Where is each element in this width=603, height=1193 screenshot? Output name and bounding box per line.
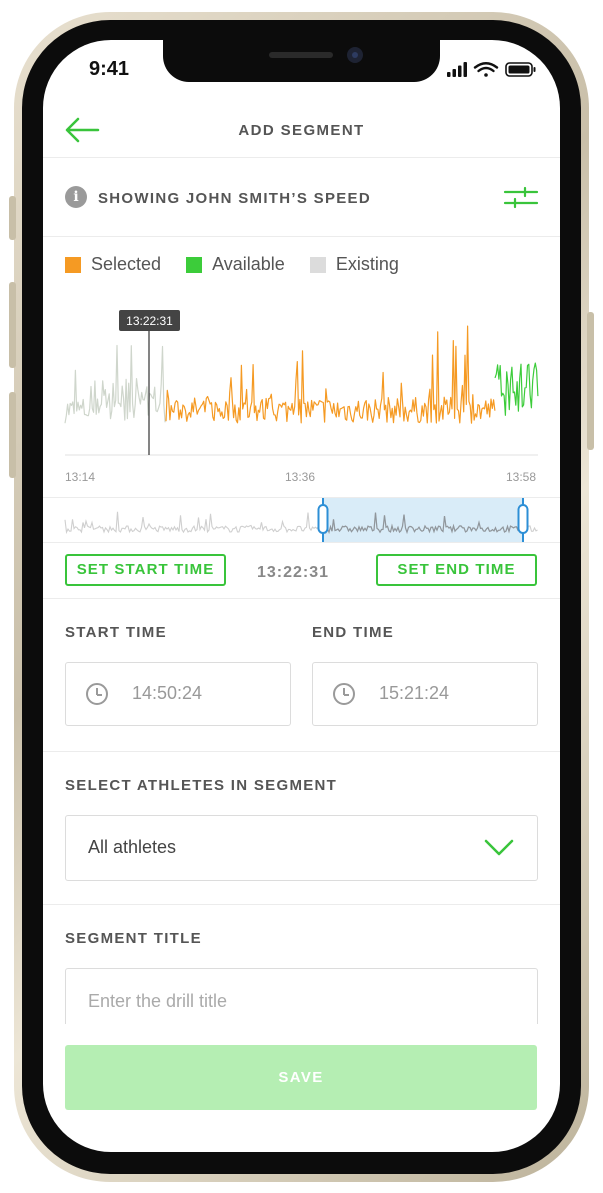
page-title: ADD SEGMENT bbox=[238, 122, 365, 139]
athletes-selected-value: All athletes bbox=[88, 837, 177, 857]
legend-label: Available bbox=[212, 254, 285, 274]
legend-item-existing: Existing bbox=[309, 254, 399, 275]
clock-icon bbox=[333, 683, 355, 705]
start-time-field[interactable]: 14:50:24 bbox=[65, 662, 291, 726]
signal-icon bbox=[447, 62, 467, 77]
scroll-mask bbox=[43, 1024, 560, 1040]
chevron-down-icon bbox=[484, 839, 514, 856]
info-text: SHOWING JOHN SMITH’S SPEED bbox=[98, 190, 371, 207]
volume-down-button bbox=[9, 392, 16, 478]
divider bbox=[43, 157, 560, 158]
legend-label: Existing bbox=[335, 254, 399, 274]
end-time-value: 15:21:24 bbox=[379, 683, 450, 703]
series-line-existing bbox=[64, 344, 166, 424]
segment-title-placeholder: Enter the drill title bbox=[88, 991, 228, 1011]
x-tick-label: 13:36 bbox=[285, 470, 316, 484]
legend-item-selected: Selected bbox=[65, 254, 161, 275]
divider bbox=[43, 236, 560, 237]
status-icons bbox=[447, 62, 536, 77]
athletes-select[interactable]: All athletes bbox=[65, 815, 538, 881]
legend-item-available: Available bbox=[186, 254, 285, 275]
screen: 9:41 ADD SEGMENT i SHOWING JOHN SMITH’S … bbox=[43, 40, 560, 1152]
set-start-time-button[interactable]: SET START TIME bbox=[65, 554, 226, 586]
camera bbox=[347, 47, 363, 63]
athletes-label: SELECT ATHLETES IN SEGMENT bbox=[65, 777, 338, 794]
info-icon: i bbox=[65, 186, 87, 208]
series-line-selected bbox=[165, 325, 496, 424]
status-time: 9:41 bbox=[89, 58, 130, 80]
notch bbox=[163, 40, 440, 82]
end-time-label: END TIME bbox=[312, 624, 395, 641]
divider bbox=[43, 598, 560, 599]
start-handle[interactable] bbox=[317, 504, 329, 534]
power-button bbox=[587, 312, 594, 450]
legend-label: Selected bbox=[91, 254, 162, 274]
segment-title-input[interactable]: Enter the drill title bbox=[65, 968, 538, 1032]
save-button[interactable]: SAVE bbox=[65, 1045, 537, 1110]
filter-settings-icon[interactable] bbox=[503, 186, 539, 210]
chart-legend: Selected Available Existing bbox=[65, 254, 419, 278]
series-line-available bbox=[494, 362, 539, 416]
x-tick-label: 13:58 bbox=[506, 470, 537, 484]
speed-chart[interactable]: 13:22:31 bbox=[43, 290, 560, 460]
end-time-field[interactable]: 15:21:24 bbox=[312, 662, 538, 726]
start-time-value: 14:50:24 bbox=[132, 683, 203, 703]
segment-title-label: SEGMENT TITLE bbox=[65, 930, 202, 947]
divider bbox=[43, 904, 560, 905]
wifi-icon bbox=[473, 62, 499, 77]
set-end-time-button[interactable]: SET END TIME bbox=[376, 554, 537, 586]
start-time-label: START TIME bbox=[65, 624, 167, 641]
divider bbox=[43, 542, 560, 543]
timeline-selection[interactable] bbox=[323, 498, 523, 542]
end-handle[interactable] bbox=[517, 504, 529, 534]
volume-up-button bbox=[9, 282, 16, 368]
mute-switch bbox=[9, 196, 16, 240]
speaker bbox=[269, 52, 333, 58]
divider bbox=[43, 751, 560, 752]
clock-icon bbox=[86, 683, 108, 705]
battery-icon bbox=[505, 62, 536, 77]
current-time: 13:22:31 bbox=[256, 564, 330, 581]
cursor-tooltip-label: 13:22:31 bbox=[126, 314, 173, 328]
timeline-scrubber[interactable] bbox=[43, 498, 560, 542]
x-tick-label: 13:14 bbox=[65, 470, 96, 484]
